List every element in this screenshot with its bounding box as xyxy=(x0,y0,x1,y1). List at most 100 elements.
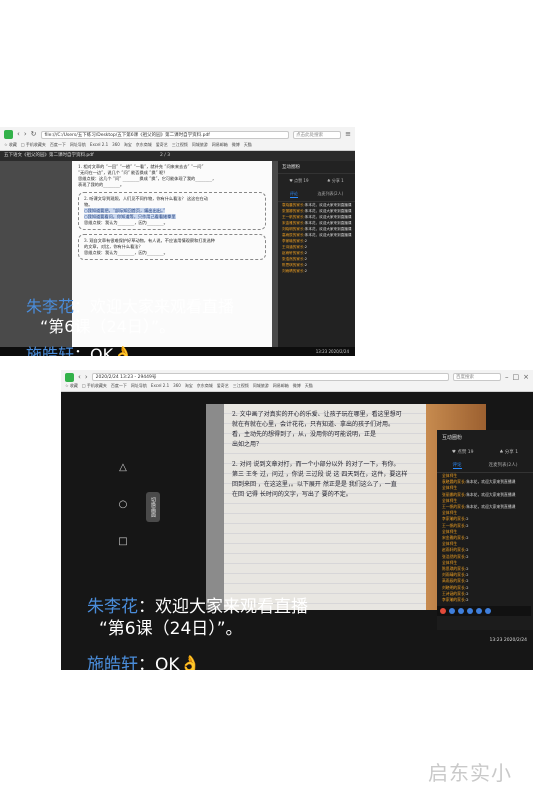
bookmark-item[interactable]: 京东商城 xyxy=(136,140,152,149)
forward-icon[interactable]: › xyxy=(24,131,27,138)
bookmark-item[interactable]: ☆ 收藏 xyxy=(4,140,17,149)
tray-icon[interactable] xyxy=(458,608,464,614)
commenter-name: 朱李花 xyxy=(26,297,75,316)
bookmark-item[interactable]: 360 xyxy=(173,382,181,390)
message-list: 全体师生 袁晓晨的家长:朱本花，欢迎大家来到直播课 全体师生 张丽娜的家长:朱本花，欢… xyxy=(437,473,533,603)
search-input[interactable]: 百度搜索 xyxy=(453,373,501,381)
bookmark-item[interactable]: □ 手机收藏夹 xyxy=(21,140,46,149)
comment-text-line2: “第6课（24日）”。 xyxy=(40,317,176,336)
bookmark-item[interactable]: Excel 2.1 xyxy=(151,382,169,390)
chat-text: 2 xyxy=(304,239,308,243)
bookmark-item[interactable]: 淘宝 xyxy=(124,140,132,149)
bookmark-item[interactable]: Excel 2.1 xyxy=(90,140,108,149)
page-indicator[interactable]: 2 / 3 xyxy=(160,151,170,161)
bookmark-item[interactable]: 网址导航 xyxy=(70,140,86,149)
bookmark-item[interactable]: 网易邮箱 xyxy=(273,382,289,390)
chat-text: 朱本花，欢迎大家来到直播课 xyxy=(304,221,352,225)
page: ‹ › ↻ file:///C:/Users/五下练习/Desktop/五下第6… xyxy=(0,0,533,800)
bookmark-item[interactable]: 三江视频 xyxy=(172,140,188,149)
chat-text: 2 xyxy=(466,553,469,559)
bookmark-item[interactable]: 网址导航 xyxy=(131,382,147,390)
chat-author: 陈思琪的家长: xyxy=(442,566,467,572)
interaction-panel: 互动圈粉 ♥ 点赞 19 ♣ 分享 1 评论 连麦列表(2人) 袁晓晨的家长:朱… xyxy=(278,161,355,347)
recent-square-icon[interactable]: □ xyxy=(118,536,127,547)
chat-author: 王诗涵的家长: xyxy=(442,590,467,596)
chat-text: 2 xyxy=(466,597,469,603)
bookmark-item[interactable]: 百度一下 xyxy=(50,140,66,149)
comment-text: 欢迎大家来观看直播 xyxy=(90,297,235,316)
bookmark-item[interactable]: 百度一下 xyxy=(111,382,127,390)
pdf-title: 五下语文《祖父的园》第二课时自学资料.pdf xyxy=(4,153,94,158)
chat-author: 宋金雅的家长: xyxy=(442,535,467,541)
back-icon[interactable]: ‹ xyxy=(17,131,20,138)
bookmark-item[interactable]: 淘宝 xyxy=(185,382,193,390)
bookmark-item[interactable]: ☆ 收藏 xyxy=(65,382,78,390)
chat-text: 2 xyxy=(466,578,469,584)
chat-author: 赵雨轩的家长: xyxy=(442,547,467,553)
tab-mic-list[interactable]: 连麦列表(2人) xyxy=(317,191,343,198)
address-bar[interactable]: file:///C:/Users/五下练习/Desktop/五下第6课《祖父的园… xyxy=(40,130,290,139)
colon: ： xyxy=(138,655,155,670)
bookmark-item[interactable]: 天猫 xyxy=(244,140,252,149)
chat-author: 刘晓明的家长: xyxy=(282,227,305,231)
chat-text: 朱本花，欢迎大家来到直播课 xyxy=(304,209,352,213)
colon: ： xyxy=(74,297,91,316)
bookmark-item[interactable]: 同城旅游 xyxy=(253,382,269,390)
desk-edge xyxy=(206,404,224,610)
back-triangle-icon[interactable]: △ xyxy=(119,462,127,473)
chat-text: 2 xyxy=(466,522,469,528)
bookmark-item[interactable]: 微博 xyxy=(293,382,301,390)
menu-icon[interactable]: ≡ xyxy=(345,131,351,138)
chat-author: 张浩然的家长: xyxy=(282,257,305,261)
bookmark-item[interactable]: 网易邮箱 xyxy=(212,140,228,149)
colon: ： xyxy=(138,597,155,617)
bookmark-item[interactable]: 同城旅游 xyxy=(192,140,208,149)
tab-comments[interactable]: 评论 xyxy=(289,191,298,198)
chat-text: 2 xyxy=(466,572,469,578)
system-tray xyxy=(437,606,531,616)
commenter-name: 朱李花 xyxy=(87,597,138,617)
chat-text: 朱本花，欢迎大家来到直播课 xyxy=(466,479,516,485)
bookmark-item[interactable]: 爱奇艺 xyxy=(156,140,168,149)
tab-mic-list[interactable]: 连麦列表(2人) xyxy=(489,462,518,469)
chat-author: 高雨辰的家长: xyxy=(282,233,305,237)
tray-icon[interactable] xyxy=(485,608,491,614)
back-icon[interactable]: ‹ xyxy=(78,373,81,381)
maximize-icon[interactable]: □ xyxy=(513,373,520,381)
chat-author: 王诗涵的家长: xyxy=(282,245,305,249)
bookmark-item[interactable]: 爱奇艺 xyxy=(217,382,229,390)
video-controls: △ ○ □ xyxy=(116,462,130,547)
chat-author: 王一帆的家长: xyxy=(282,215,305,219)
handwriting-line: 在回 记得 长时问的文字，写出了 要的不定。 xyxy=(232,491,352,498)
search-input[interactable]: 点击此处搜索 xyxy=(293,130,342,139)
switch-view-button[interactable]: 切换画面 xyxy=(146,492,160,522)
tray-icon[interactable] xyxy=(467,608,473,614)
address-bar[interactable]: 2020/2/24 13:23 - 29449号 xyxy=(91,373,449,381)
chat-author: 陈思琪的家长: xyxy=(282,263,305,267)
chat-author: 刘晓明的家长: xyxy=(442,584,467,590)
tray-icon[interactable] xyxy=(440,608,446,614)
home-circle-icon[interactable]: ○ xyxy=(119,499,128,510)
tab-comments[interactable]: 评论 xyxy=(452,462,462,469)
shares-count: ♣ 分享 1 xyxy=(499,450,519,455)
close-icon[interactable]: × xyxy=(523,373,529,381)
bookmark-item[interactable]: 360 xyxy=(112,140,120,149)
refresh-icon[interactable]: ↻ xyxy=(31,131,37,138)
chat-author: 张浩然的家长: xyxy=(442,553,467,559)
pdf-line: 表现了我的的________。 xyxy=(78,182,125,187)
bookmark-item[interactable]: 天猫 xyxy=(305,382,313,390)
commenter-name-2: 施皓轩 xyxy=(26,345,75,356)
bookmark-item[interactable]: 京东商城 xyxy=(197,382,213,390)
chat-author: 全体师生 xyxy=(442,485,458,491)
tray-icon[interactable] xyxy=(476,608,482,614)
forward-icon[interactable]: › xyxy=(85,373,88,381)
minimize-icon[interactable]: – xyxy=(505,373,509,381)
bookmark-item[interactable]: 三江视频 xyxy=(233,382,249,390)
chat-text: 2 xyxy=(466,547,469,553)
tray-icon[interactable] xyxy=(449,608,455,614)
chat-author: 刘雨晴的家长: xyxy=(282,269,305,273)
bookmark-item[interactable]: 微博 xyxy=(232,140,240,149)
chat-text: 2 xyxy=(466,566,469,572)
interaction-panel: 互动圈粉 ♥ 点赞 19 ♣ 分享 1 评论 连麦列表(2人) 全体师生 袁晓晨的… xyxy=(437,430,533,630)
bookmark-item[interactable]: □ 手机收藏夹 xyxy=(82,382,107,390)
